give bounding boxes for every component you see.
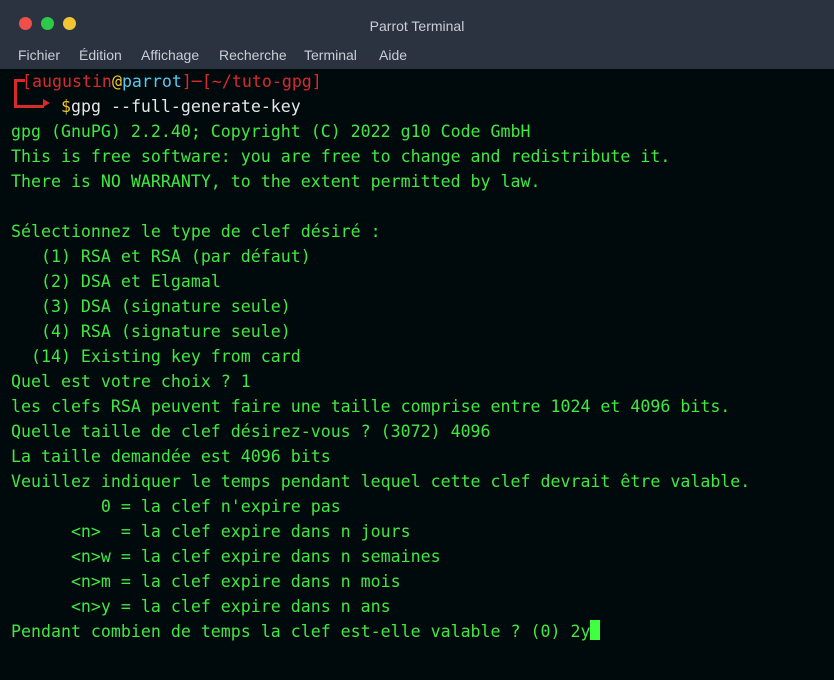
terminal-window: Parrot Terminal Fichier Édition Affichag… (0, 0, 834, 680)
output-line: <n> = la clef expire dans n jours (11, 522, 411, 541)
menu-aide[interactable]: Aide (379, 47, 407, 63)
prompt-path-close: ] (311, 72, 322, 91)
output-line: (4) RSA (signature seule) (11, 322, 291, 341)
input-line-text: Pendant combien de temps la clef est-ell… (11, 622, 591, 641)
command-line: $gpg --full-generate-key (61, 94, 301, 119)
menu-terminal[interactable]: Terminal (304, 47, 357, 63)
prompt-line: [augustin@parrot]─[~/tuto-gpg] (22, 69, 322, 94)
output-line: les clefs RSA peuvent faire une taille c… (11, 397, 731, 416)
output-line: La taille demandée est 4096 bits (11, 447, 331, 466)
menu-recherche[interactable]: Recherche (219, 47, 287, 63)
prompt-close-bracket: ] (181, 72, 192, 91)
prompt-at: @ (111, 72, 122, 91)
output-line: (1) RSA et RSA (par défaut) (11, 247, 311, 266)
output-line: <n>m = la clef expire dans n mois (11, 572, 401, 591)
prompt-arrow-icon (43, 99, 50, 107)
output-line: Quelle taille de clef désirez-vous ? (30… (11, 422, 491, 441)
input-line[interactable]: Pendant combien de temps la clef est-ell… (11, 619, 601, 644)
output-line: Sélectionnez le type de clef désiré : (11, 222, 381, 241)
prompt-user: augustin (32, 72, 112, 91)
prompt-open-bracket: [ (22, 72, 32, 91)
menu-affichage[interactable]: Affichage (141, 47, 199, 63)
output-line: (3) DSA (signature seule) (11, 297, 291, 316)
output-line: There is NO WARRANTY, to the extent perm… (11, 172, 541, 191)
menu-bar: Fichier Édition Affichage Recherche Term… (0, 42, 834, 70)
prompt-host: parrot (121, 72, 182, 91)
output-line: <n>y = la clef expire dans n ans (11, 597, 391, 616)
output-line: This is free software: you are free to c… (11, 147, 671, 166)
output-line: (2) DSA et Elgamal (11, 272, 221, 291)
command-text: gpg --full-generate-key (71, 97, 301, 116)
output-line: (14) Existing key from card (11, 347, 301, 366)
menu-fichier[interactable]: Fichier (18, 47, 60, 63)
prompt-dollar: $ (61, 97, 71, 116)
prompt-tail-line (14, 105, 44, 108)
prompt-separator: ─ (191, 72, 202, 91)
text-cursor (590, 620, 601, 640)
terminal-output[interactable]: [augustin@parrot]─[~/tuto-gpg] $gpg --fu… (0, 69, 820, 680)
output-line: <n>w = la clef expire dans n semaines (11, 547, 441, 566)
output-line: gpg (GnuPG) 2.2.40; Copyright (C) 2022 g… (11, 122, 531, 141)
prompt-path: ~/tuto-gpg (211, 72, 312, 91)
title-bar[interactable]: Parrot Terminal (0, 0, 834, 43)
output-line: 0 = la clef n'expire pas (11, 497, 341, 516)
output-line: Veuillez indiquer le temps pendant leque… (11, 472, 751, 491)
window-title: Parrot Terminal (369, 18, 465, 34)
scrollbar[interactable] (820, 69, 834, 680)
output-line: Quel est votre choix ? 1 (11, 372, 251, 391)
menu-edition[interactable]: Édition (79, 47, 122, 63)
prompt-path-open: [ (201, 72, 212, 91)
